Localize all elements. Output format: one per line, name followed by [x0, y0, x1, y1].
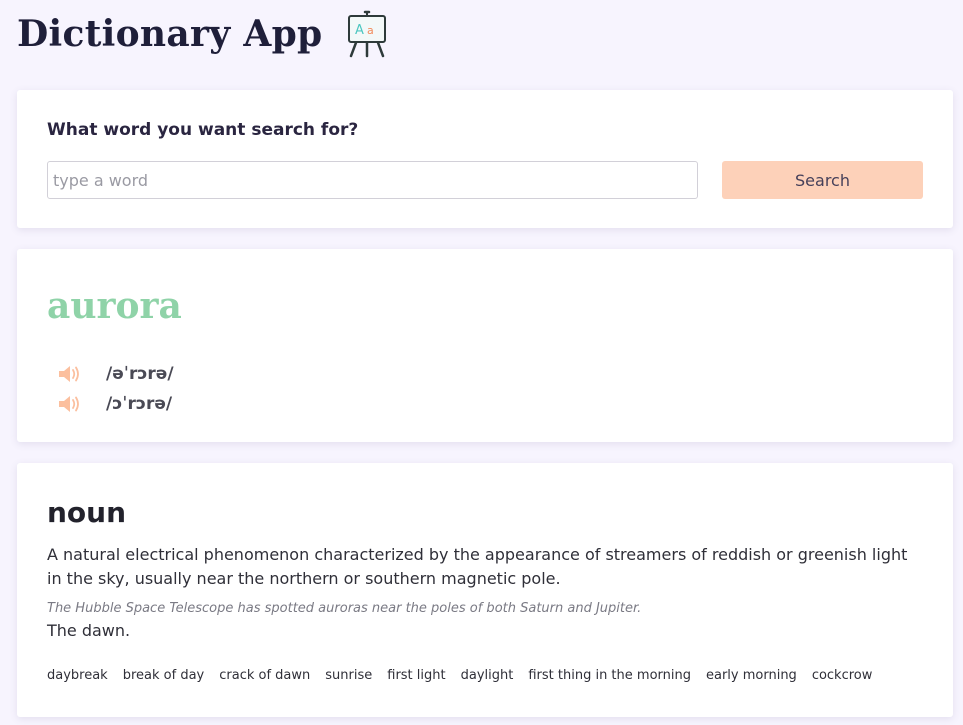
app-title: Dictionary App: [17, 13, 323, 55]
part-of-speech: noun: [47, 496, 127, 529]
synonym-item[interactable]: crack of dawn: [219, 668, 310, 683]
easel-logo-icon: A a: [345, 10, 389, 58]
definition-text: The dawn.: [47, 621, 131, 640]
synonym-item[interactable]: daylight: [461, 668, 514, 683]
speaker-icon[interactable]: [57, 393, 83, 415]
phonetic-row: /ɔˈrɔrə/: [57, 391, 172, 417]
synonym-item[interactable]: daybreak: [47, 668, 108, 683]
word-card: aurora /əˈrɔrə/ /ɔˈrɔrə/: [17, 249, 953, 442]
meaning-card: noun A natural electrical phenomenon cha…: [17, 463, 953, 717]
search-prompt: What word you want search for?: [47, 120, 359, 140]
search-button[interactable]: Search: [722, 161, 923, 199]
app-header: Dictionary App A a: [17, 8, 389, 60]
phonetic-row: /əˈrɔrə/: [57, 361, 174, 387]
synonym-item[interactable]: break of day: [123, 668, 205, 683]
svg-text:a: a: [367, 24, 374, 37]
synonym-list: daybreak break of day crack of dawn sunr…: [47, 668, 887, 683]
svg-text:A: A: [355, 23, 364, 38]
definition-text: A natural electrical phenomenon characte…: [47, 545, 908, 588]
search-card: What word you want search for? Search: [17, 90, 953, 228]
example-text: The Hubble Space Telescope has spotted a…: [47, 601, 642, 616]
search-input[interactable]: [47, 161, 698, 199]
synonym-item[interactable]: early morning: [706, 668, 797, 683]
speaker-icon[interactable]: [57, 363, 83, 385]
synonym-item[interactable]: cockcrow: [812, 668, 873, 683]
synonym-item[interactable]: sunrise: [325, 668, 372, 683]
phonetic-text: /əˈrɔrə/: [106, 364, 174, 384]
phonetic-text: /ɔˈrɔrə/: [106, 394, 173, 414]
headword: aurora: [47, 285, 182, 327]
synonym-item[interactable]: first light: [387, 668, 445, 683]
synonym-item[interactable]: first thing in the morning: [528, 668, 691, 683]
